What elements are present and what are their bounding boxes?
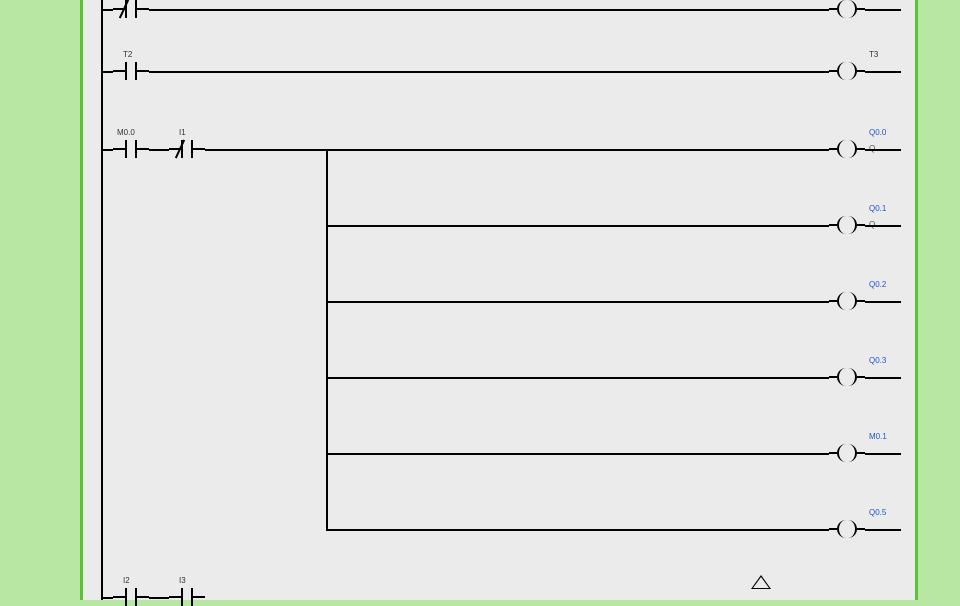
contact-nc[interactable] bbox=[113, 0, 149, 18]
left-power-rail bbox=[101, 0, 103, 600]
coil-label: Q0.2 bbox=[869, 280, 886, 289]
output-coil[interactable]: Q0.2 bbox=[829, 292, 865, 310]
contact-label: M0.0 bbox=[117, 128, 135, 137]
coil-label: M0.1 bbox=[869, 432, 887, 441]
contact-label: T2 bbox=[123, 50, 132, 59]
coil-label: T3 bbox=[869, 50, 878, 59]
coil-label: Q0.1 bbox=[869, 204, 886, 213]
coil-label: Q0.0 bbox=[869, 128, 886, 137]
contact-no[interactable]: M0.0 bbox=[113, 140, 149, 158]
contact-label: I2 bbox=[123, 576, 130, 585]
contact-no[interactable]: T2 bbox=[113, 62, 149, 80]
coil-label: Q0.5 bbox=[869, 508, 886, 517]
ladder-editor-canvas[interactable]: T2 T3 M0.0 I1 Q0.0 Q bbox=[80, 0, 918, 600]
output-coil[interactable]: Q0.1 Q bbox=[829, 216, 865, 234]
contact-no[interactable]: I2 bbox=[113, 588, 149, 606]
output-coil[interactable]: M0.1 bbox=[829, 444, 865, 462]
branch-vertical bbox=[326, 149, 328, 531]
cursor-indicator-icon bbox=[751, 575, 771, 589]
contact-no[interactable]: I3 bbox=[169, 588, 205, 606]
output-coil[interactable]: T3 bbox=[829, 62, 865, 80]
output-coil[interactable]: Q0.0 Q bbox=[829, 140, 865, 158]
output-coil[interactable] bbox=[829, 0, 865, 18]
output-coil[interactable]: Q0.3 bbox=[829, 368, 865, 386]
contact-label: I1 bbox=[179, 128, 186, 137]
contact-nc[interactable]: I1 bbox=[169, 140, 205, 158]
output-coil[interactable]: Q0.5 bbox=[829, 520, 865, 538]
contact-label: I3 bbox=[179, 576, 186, 585]
coil-label: Q0.3 bbox=[869, 356, 886, 365]
